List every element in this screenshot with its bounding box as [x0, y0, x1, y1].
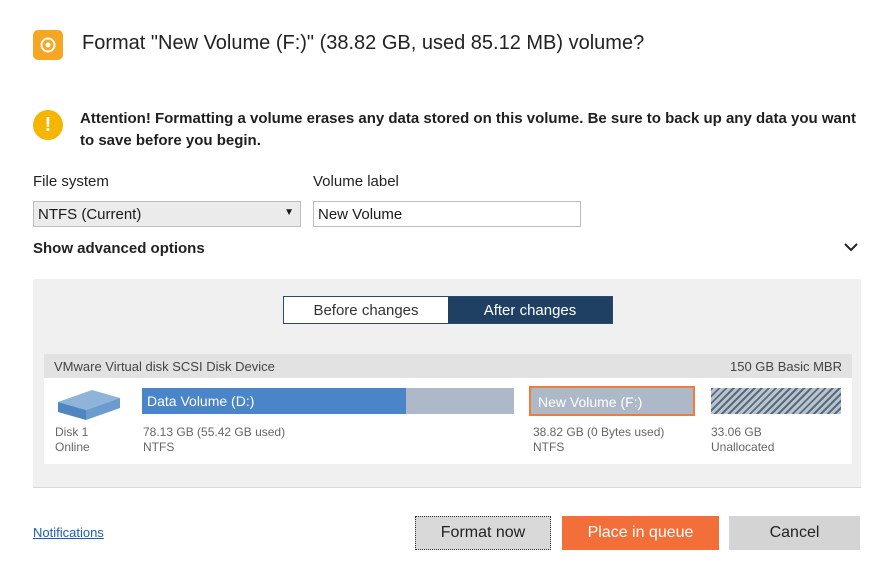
partition-size: 33.06 GB	[711, 425, 762, 439]
disk-drive-icon	[56, 388, 122, 427]
partition-size: 38.82 GB (0 Bytes used)	[533, 425, 665, 439]
volume-label-input[interactable]: New Volume	[313, 201, 581, 227]
partition-name: Data Volume (D:)	[147, 393, 255, 409]
disk-info: 150 GB Basic MBR	[730, 358, 842, 374]
partition-unallocated[interactable]	[711, 388, 841, 414]
disk-number: Disk 1	[55, 425, 89, 439]
partition-fs: NTFS	[143, 440, 175, 454]
disk-name: VMware Virtual disk SCSI Disk Device	[54, 358, 275, 374]
show-advanced-options[interactable]: Show advanced options	[33, 240, 205, 257]
format-icon	[33, 30, 63, 60]
cancel-button[interactable]: Cancel	[729, 516, 860, 550]
after-changes-tab[interactable]: After changes	[448, 297, 612, 323]
format-now-button[interactable]: Format now	[415, 516, 551, 550]
file-system-label: File system	[33, 173, 109, 190]
place-in-queue-button[interactable]: Place in queue	[562, 516, 719, 550]
partition-size: 78.13 GB (55.42 GB used)	[143, 425, 286, 439]
partition-fs: NTFS	[533, 440, 565, 454]
partition-fs: Unallocated	[711, 440, 775, 454]
disk-status: Online	[55, 440, 90, 454]
dialog-title: Format "New Volume (F:)" (38.82 GB, used…	[82, 32, 645, 54]
warning-icon: !	[33, 110, 63, 140]
volume-label-value: New Volume	[318, 205, 403, 223]
partition-data-volume[interactable]: Data Volume (D:)	[142, 388, 514, 414]
chevron-down-icon[interactable]	[842, 238, 860, 261]
volume-label-label: Volume label	[313, 173, 399, 190]
before-changes-tab[interactable]: Before changes	[284, 297, 448, 323]
view-toggle: Before changes After changes	[283, 296, 613, 324]
warning-message: Attention! Formatting a volume erases an…	[80, 110, 856, 149]
disk-header: VMware Virtual disk SCSI Disk Device 150…	[44, 354, 852, 378]
partition-name: New Volume (F:)	[538, 394, 643, 410]
partition-new-volume[interactable]: New Volume (F:)	[529, 386, 695, 416]
notifications-link[interactable]: Notifications	[33, 525, 104, 540]
dropdown-arrow-icon: ▼	[284, 207, 294, 218]
file-system-value: NTFS (Current)	[38, 205, 142, 223]
file-system-select[interactable]: NTFS (Current) ▼	[33, 201, 301, 227]
